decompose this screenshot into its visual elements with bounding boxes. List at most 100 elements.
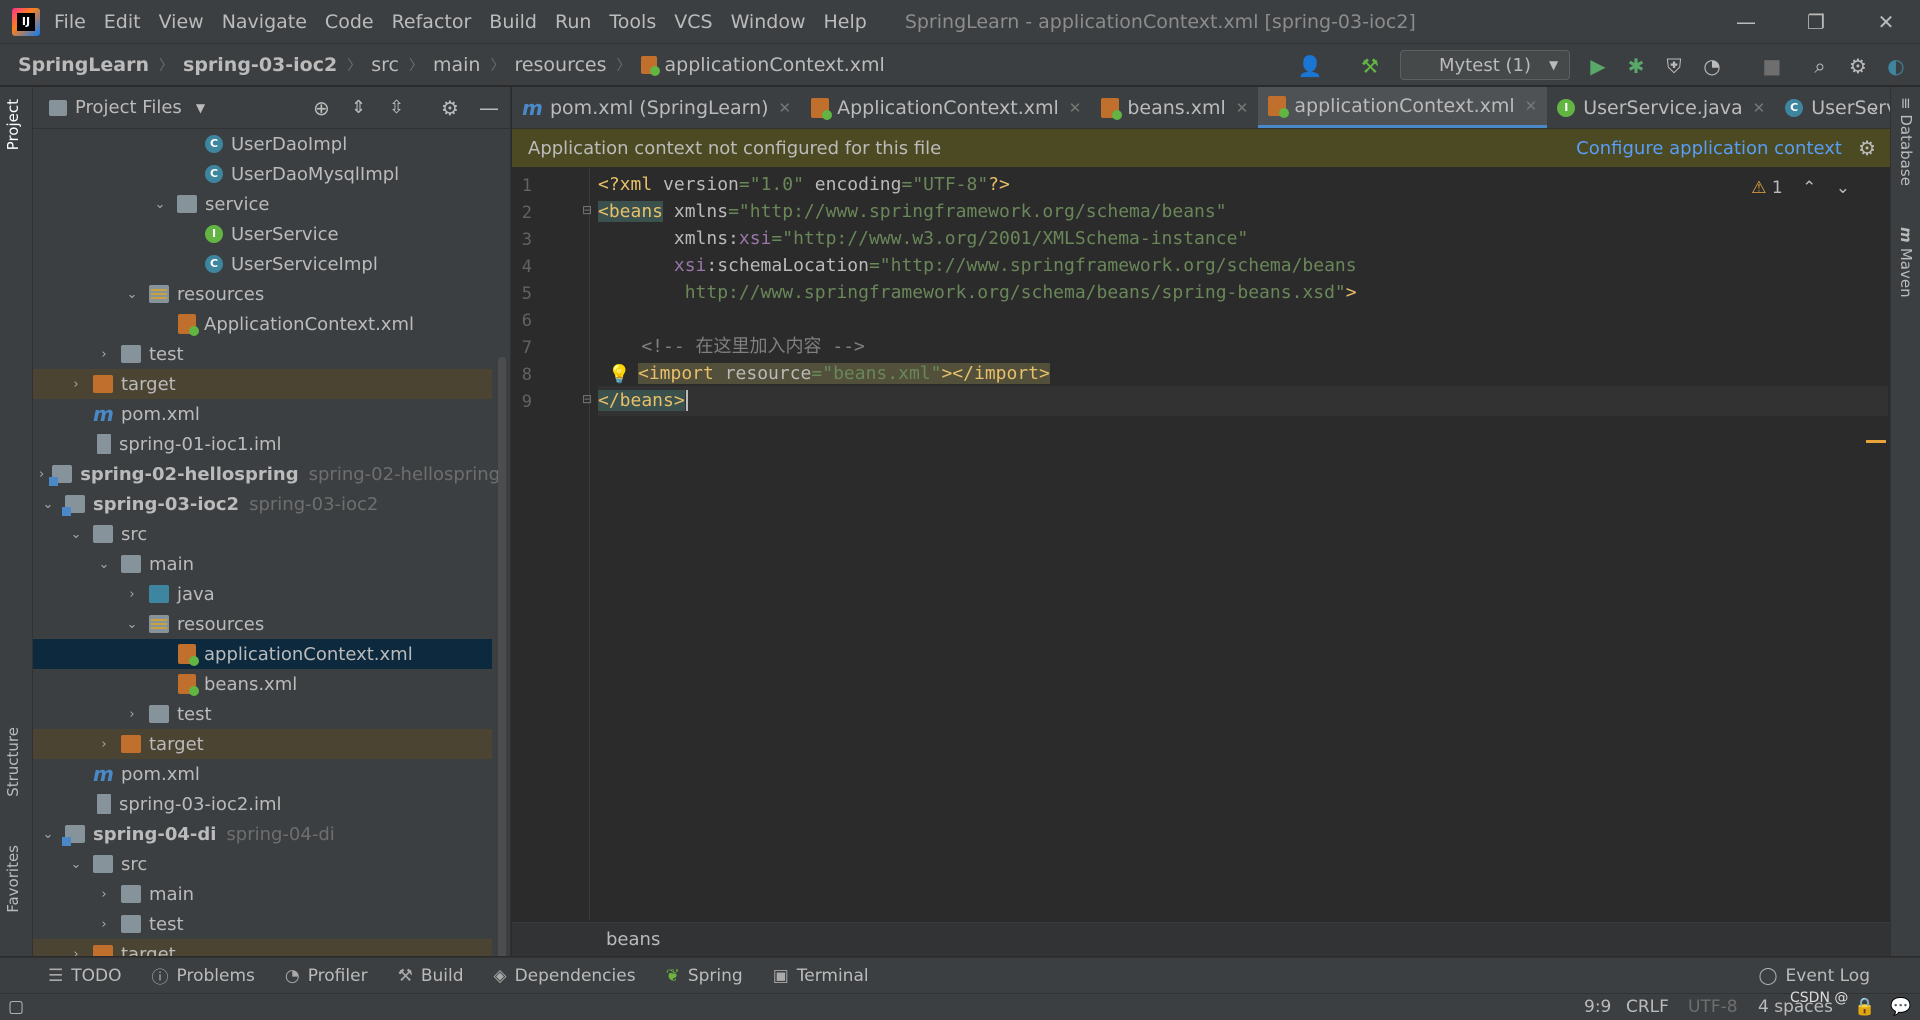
tree-item[interactable]: m pom.xml <box>33 399 492 429</box>
tab-structure[interactable]: Structure <box>4 727 22 797</box>
tree-item[interactable]: ⌄ src <box>33 849 492 879</box>
tree-item[interactable]: › spring-02-hellospring spring-02-hellospr… <box>33 459 500 489</box>
menu-view[interactable]: View <box>159 11 204 33</box>
menu-tools[interactable]: Tools <box>609 11 656 33</box>
tree-item[interactable]: ⌄ spring-04-di spring-04-di <box>33 819 492 849</box>
tool-spring[interactable]: ❦ Spring <box>666 966 743 986</box>
intellij-logo-icon[interactable] <box>12 7 40 36</box>
close-tab-icon[interactable]: ✕ <box>1525 97 1538 115</box>
tree-item[interactable]: › main <box>33 879 492 909</box>
breadcrumb-project[interactable]: SpringLearn <box>18 54 149 76</box>
expand-all-icon[interactable]: ⇕ <box>351 97 366 118</box>
build-hammer-icon[interactable]: ⚒ <box>1358 54 1382 78</box>
chevron-right-icon[interactable]: › <box>95 887 113 902</box>
menu-build[interactable]: Build <box>489 11 537 33</box>
lightbulb-icon[interactable]: 💡 <box>608 364 630 385</box>
lock-icon[interactable]: 🔒 <box>1854 997 1875 1017</box>
chevron-right-icon[interactable]: › <box>67 377 85 392</box>
settings-gear-icon[interactable]: ⚙ <box>1846 54 1870 78</box>
editor-tab[interactable]: beans.xml ✕ <box>1091 87 1258 128</box>
chevron-right-icon[interactable]: › <box>95 917 113 932</box>
fold-icon[interactable]: ⊟ <box>582 203 592 217</box>
code-with-me-icon[interactable]: ◐ <box>1884 54 1908 78</box>
tree-item[interactable]: › test <box>33 339 492 369</box>
tab-database[interactable]: ≡ Database <box>1897 97 1915 186</box>
restore-icon[interactable]: ❐ <box>1786 0 1846 44</box>
toggle-tool-windows-icon[interactable]: ▢ <box>8 997 24 1017</box>
menu-run[interactable]: Run <box>555 11 591 33</box>
search-icon[interactable]: ⌕ <box>1808 54 1832 78</box>
tree-item[interactable]: C UserServiceImpl <box>33 249 492 279</box>
tree-item[interactable]: › target <box>33 369 492 399</box>
notifications-icon[interactable]: 💬 <box>1890 997 1911 1017</box>
stop-icon[interactable]: ■ <box>1760 54 1784 78</box>
breadcrumb-src[interactable]: src <box>371 54 399 76</box>
chevron-down-icon[interactable]: ⌄ <box>123 617 141 632</box>
tree-item[interactable]: › target <box>33 939 492 956</box>
run-icon[interactable]: ▶ <box>1586 54 1610 78</box>
line-separator[interactable]: CRLF <box>1626 997 1669 1017</box>
user-icon[interactable]: 👤 <box>1298 54 1323 78</box>
editor-tab-active[interactable]: applicationContext.xml ✕ <box>1258 87 1548 128</box>
tab-list-chevron-icon[interactable]: ⌄ <box>1868 100 1880 116</box>
coverage-icon[interactable]: ⛨ <box>1662 54 1686 78</box>
breadcrumb-resources[interactable]: resources <box>514 54 606 76</box>
tree-item[interactable]: › target <box>33 729 492 759</box>
tool-build[interactable]: ⚒ Build <box>398 966 464 986</box>
chevron-right-icon[interactable]: › <box>123 587 141 602</box>
close-window-icon[interactable]: ✕ <box>1856 0 1916 44</box>
tool-event-log[interactable]: ◯ Event Log <box>1759 966 1871 986</box>
breadcrumb-file[interactable]: applicationContext.xml <box>665 54 885 76</box>
tree-item[interactable]: beans.xml <box>33 669 492 699</box>
tree-item[interactable]: ApplicationContext.xml <box>33 309 492 339</box>
menu-window[interactable]: Window <box>731 11 806 33</box>
file-encoding[interactable]: UTF-8 <box>1688 997 1738 1017</box>
gear-icon[interactable]: ⚙ <box>1858 136 1876 160</box>
editor-tab[interactable]: I UserService.java ✕ <box>1547 87 1775 128</box>
tool-problems[interactable]: ⓘ Problems <box>152 963 255 989</box>
project-scrollbar[interactable] <box>498 357 506 956</box>
tree-item[interactable]: ⌄ spring-03-ioc2 spring-03-ioc2 <box>33 489 492 519</box>
chevron-down-icon[interactable]: ⌄ <box>151 197 169 212</box>
menu-file[interactable]: File <box>54 11 86 33</box>
hide-panel-icon[interactable]: — <box>479 96 499 120</box>
fold-icon[interactable]: ⊟ <box>582 392 592 406</box>
inspection-widget[interactable]: ⚠ 1 ⌃ ⌄ <box>1751 178 1850 198</box>
close-tab-icon[interactable]: ✕ <box>1236 99 1249 117</box>
menu-edit[interactable]: Edit <box>104 11 141 33</box>
breadcrumb-module[interactable]: spring-03-ioc2 <box>183 54 337 76</box>
locate-icon[interactable]: ⊕ <box>313 96 330 120</box>
tab-maven[interactable]: m Maven <box>1897 227 1915 298</box>
tree-item-selected[interactable]: applicationContext.xml <box>33 639 492 669</box>
tree-item[interactable]: ⌄ src <box>33 519 492 549</box>
editor-tab[interactable]: m pom.xml (SpringLearn) ✕ <box>512 87 801 128</box>
tool-dependencies[interactable]: ◈ Dependencies <box>494 966 636 986</box>
breadcrumb-main[interactable]: main <box>433 54 480 76</box>
chevron-right-icon[interactable]: › <box>39 467 44 482</box>
tab-favorites[interactable]: Favorites <box>4 845 22 913</box>
tool-todo[interactable]: ☰ TODO <box>48 966 122 986</box>
chevron-right-icon[interactable]: › <box>95 737 113 752</box>
tab-project[interactable]: Project <box>4 99 22 150</box>
caret-position[interactable]: 9:9 <box>1584 997 1611 1017</box>
menu-vcs[interactable]: VCS <box>674 11 712 33</box>
tree-item[interactable]: ⌄ resources <box>33 279 492 309</box>
chevron-down-icon[interactable]: ⌄ <box>95 557 113 572</box>
close-tab-icon[interactable]: ✕ <box>1069 99 1082 117</box>
chevron-down-icon[interactable]: ⌄ <box>67 857 85 872</box>
tree-item[interactable]: ⌄ service <box>33 189 492 219</box>
close-tab-icon[interactable]: ✕ <box>779 99 792 117</box>
tree-item[interactable]: C UserDaoMysqlImpl <box>33 159 492 189</box>
collapse-all-icon[interactable]: ⇳ <box>389 97 404 118</box>
run-config-dropdown[interactable]: Mytest (1) ▼ <box>1400 50 1570 80</box>
error-stripe-mark[interactable] <box>1866 440 1886 443</box>
tree-item[interactable]: ⌄ resources <box>33 609 492 639</box>
editor-tab[interactable]: ApplicationContext.xml ✕ <box>801 87 1091 128</box>
chevron-down-icon[interactable]: ⌄ <box>123 287 141 302</box>
chevron-up-icon[interactable]: ⌃ <box>1802 178 1816 198</box>
tool-profiler[interactable]: ◔ Profiler <box>285 966 368 986</box>
menu-navigate[interactable]: Navigate <box>222 11 307 33</box>
tree-item[interactable]: I UserService <box>33 219 492 249</box>
chevron-down-icon[interactable]: ⌄ <box>39 497 57 512</box>
tree-item[interactable]: spring-03-ioc2.iml <box>33 789 492 819</box>
